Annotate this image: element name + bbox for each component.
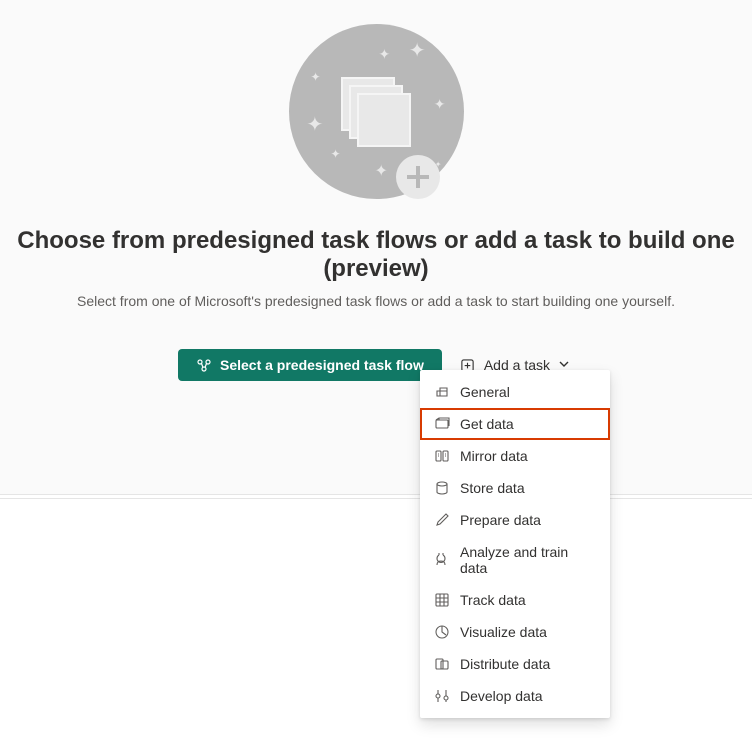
menu-item-label: Store data: [460, 480, 525, 496]
menu-item-label: Track data: [460, 592, 526, 608]
menu-item-mirror-data[interactable]: Mirror data: [420, 440, 610, 472]
develop-data-icon: [434, 688, 450, 704]
store-data-icon: [434, 480, 450, 496]
analyze-data-icon: [434, 552, 450, 568]
track-data-icon: [434, 592, 450, 608]
get-data-icon: [434, 416, 450, 432]
menu-item-label: Analyze and train data: [460, 544, 596, 576]
menu-item-analyze-data[interactable]: Analyze and train data: [420, 536, 610, 584]
task-flow-icon: [196, 357, 212, 373]
visualize-data-icon: [434, 624, 450, 640]
page-subtext: Select from one of Microsoft's predesign…: [77, 293, 675, 309]
menu-item-label: Get data: [460, 416, 514, 432]
bottom-panel: [0, 499, 752, 749]
menu-item-general[interactable]: General: [420, 376, 610, 408]
mirror-data-icon: [434, 448, 450, 464]
add-task-menu: General Get data Mirror data Store data …: [420, 370, 610, 718]
page-heading: Choose from predesigned task flows or ad…: [0, 227, 752, 283]
menu-item-prepare-data[interactable]: Prepare data: [420, 504, 610, 536]
menu-item-label: Visualize data: [460, 624, 547, 640]
distribute-data-icon: [434, 656, 450, 672]
menu-item-label: General: [460, 384, 510, 400]
menu-item-develop-data[interactable]: Develop data: [420, 680, 610, 712]
menu-item-label: Prepare data: [460, 512, 541, 528]
hero-illustration: ✦ ✦ ✦ ✦ ✦ ✦ ✦ ✦: [289, 24, 464, 199]
prepare-data-icon: [434, 512, 450, 528]
menu-item-track-data[interactable]: Track data: [420, 584, 610, 616]
menu-item-label: Distribute data: [460, 656, 550, 672]
primary-button-label: Select a predesigned task flow: [220, 357, 424, 373]
menu-item-visualize-data[interactable]: Visualize data: [420, 616, 610, 648]
menu-item-get-data[interactable]: Get data: [420, 408, 610, 440]
general-icon: [434, 384, 450, 400]
menu-item-label: Develop data: [460, 688, 543, 704]
menu-item-distribute-data[interactable]: Distribute data: [420, 648, 610, 680]
select-predesigned-button[interactable]: Select a predesigned task flow: [178, 349, 442, 381]
main-content: ✦ ✦ ✦ ✦ ✦ ✦ ✦ ✦ Choose from predesigned …: [0, 0, 752, 381]
menu-item-store-data[interactable]: Store data: [420, 472, 610, 504]
menu-item-label: Mirror data: [460, 448, 528, 464]
